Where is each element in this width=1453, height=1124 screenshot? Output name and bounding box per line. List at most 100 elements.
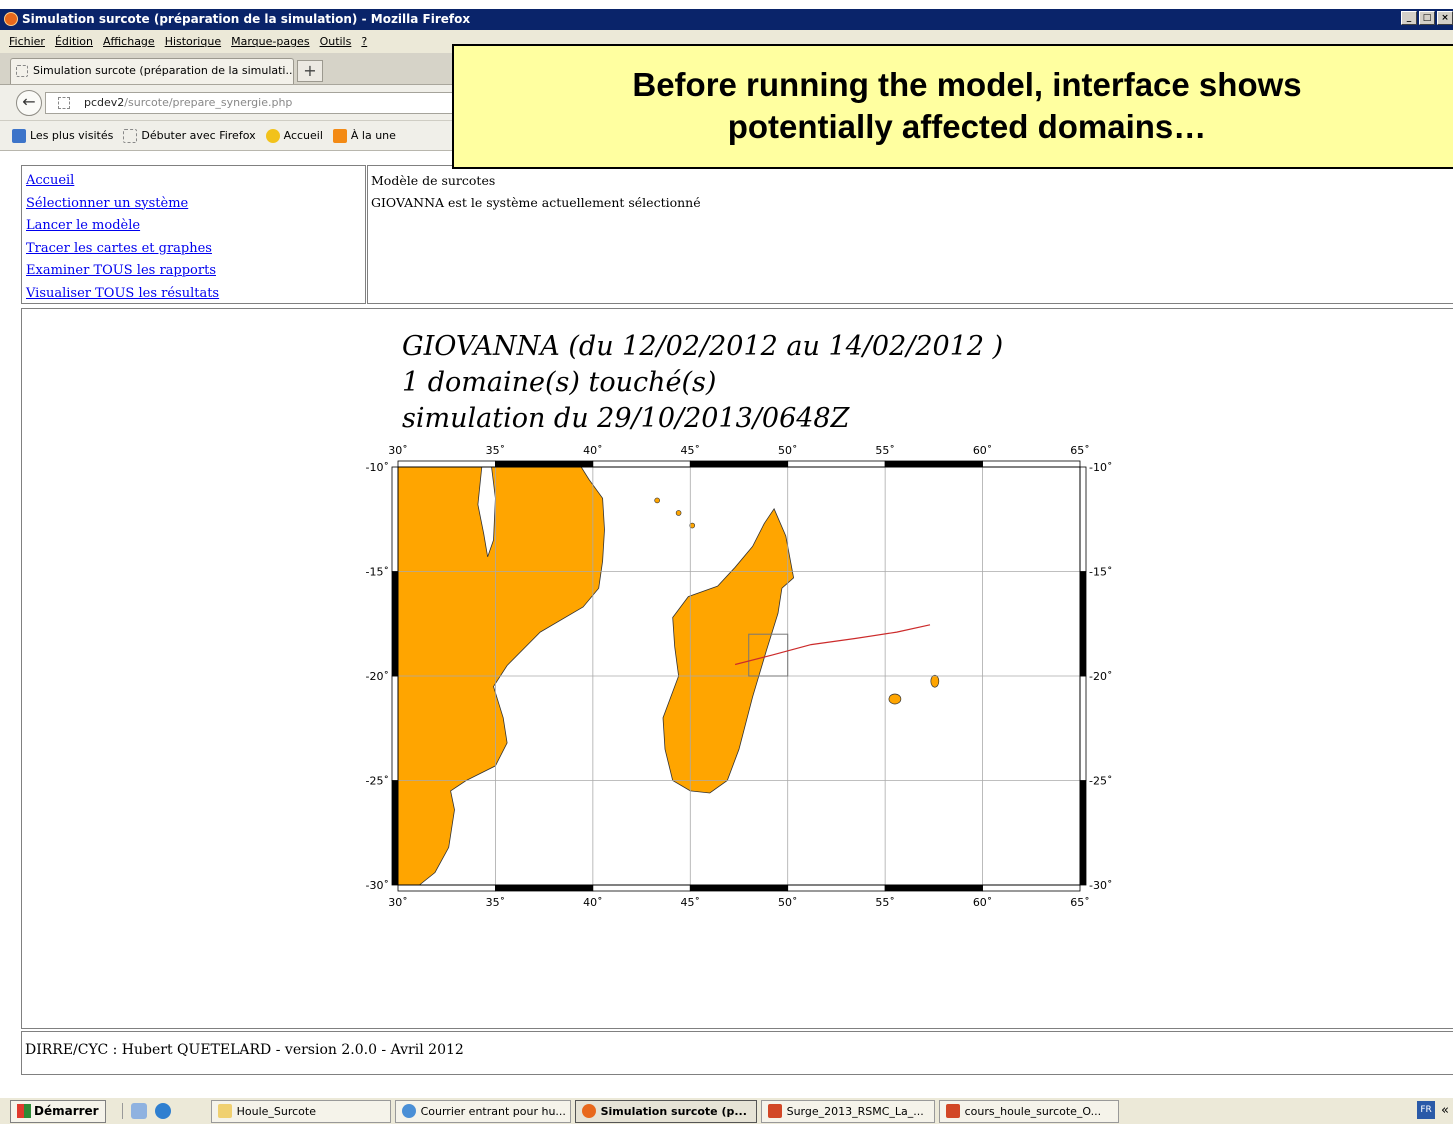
bookmark-label: Débuter avec Firefox — [141, 129, 256, 142]
folder-icon — [217, 1104, 232, 1118]
taskbar-button-courrier[interactable]: Courrier entrant pour hu... — [394, 1099, 571, 1123]
powerpoint-icon — [945, 1104, 960, 1118]
lon-label-top: 30˚ — [388, 444, 408, 457]
domain-map: 30˚ 30˚ 35˚ 35˚ 40˚ 40˚ 45˚ 45˚ 50˚ 50˚ 55˚ 55˚ 60˚ 6… — [366, 444, 1113, 909]
url-bar[interactable]: pcdev2/surcote/prepare_synergie.php — [45, 92, 465, 114]
menu-outils[interactable]: Outils — [320, 35, 352, 48]
map-frame-bar — [495, 460, 594, 468]
menu-marque-pages[interactable]: Marque-pages — [231, 35, 309, 48]
bookmark-label: À la une — [350, 129, 396, 142]
reunion-island — [888, 693, 902, 705]
taskbar-button-cours-houle[interactable]: cours_houle_surcote_O... — [938, 1099, 1119, 1123]
map-frame-bar — [787, 884, 886, 892]
url-path: /surcote/prepare_synergie.php — [124, 96, 293, 109]
lat-label-right: -20˚ — [1089, 670, 1112, 683]
window-title: Simulation surcote (préparation de la si… — [22, 12, 471, 26]
taskbar-label: Simulation surcote (p... — [600, 1104, 747, 1118]
lon-label-bottom: 45˚ — [681, 896, 701, 909]
lat-label-left: -10˚ — [366, 461, 389, 474]
mauritius-island — [930, 674, 940, 688]
firefox-icon — [4, 12, 18, 26]
menu-fichier[interactable]: Fichier — [9, 35, 45, 48]
lat-label-left: -15˚ — [366, 566, 389, 579]
back-button[interactable]: ← — [16, 90, 42, 116]
tab-simulation[interactable]: Simulation surcote (préparation de la si… — [10, 58, 294, 84]
menu-help[interactable]: ? — [361, 35, 367, 48]
taskbar-button-surge-rsmc[interactable]: Surge_2013_RSMC_La_... — [760, 1099, 935, 1123]
comoros-island — [675, 510, 682, 516]
bookmark-plus-visites[interactable]: Les plus visités — [12, 128, 114, 143]
close-button[interactable]: × — [1437, 11, 1453, 25]
map-frame-bar — [884, 460, 983, 468]
bookmark-label: Les plus visités — [30, 129, 114, 142]
nav-link-selectionner-systeme[interactable]: Sélectionner un système — [26, 193, 219, 216]
lon-label-top: 65˚ — [1070, 444, 1090, 457]
nav-link-lancer-modele[interactable]: Lancer le modèle — [26, 215, 219, 238]
map-frame-bar — [495, 884, 594, 892]
map-frame: GIOVANNA (du 12/02/2012 au 14/02/2012 ) … — [21, 308, 1453, 1029]
page-icon — [123, 128, 138, 143]
map-frame-bar — [1079, 780, 1087, 886]
taskbar-button-simulation[interactable]: Simulation surcote (p... — [574, 1099, 757, 1123]
menu-historique[interactable]: Historique — [165, 35, 221, 48]
taskbar-button-houle-surcote[interactable]: Houle_Surcote — [210, 1099, 391, 1123]
tray-expand-button[interactable]: « — [1441, 1103, 1453, 1118]
url-host: pcdev2 — [84, 96, 125, 109]
bookmark-debuter-firefox[interactable]: Débuter avec Firefox — [123, 128, 256, 143]
map-frame-bar — [592, 460, 691, 468]
map-frame-bar — [787, 460, 886, 468]
lat-label-right: -15˚ — [1089, 566, 1112, 579]
nav-link-visualiser-resultats[interactable]: Visualiser TOUS les résultats — [26, 283, 219, 306]
desktop-icon[interactable] — [130, 1103, 147, 1119]
model-title: Modèle de surcotes — [371, 173, 496, 188]
start-button[interactable]: Démarrer — [10, 1099, 106, 1123]
nav-link-accueil[interactable]: Accueil — [26, 170, 219, 193]
callout-line-1: Before running the model, interface show… — [632, 66, 1302, 103]
window-titlebar: Simulation surcote (préparation de la si… — [0, 9, 1453, 30]
lon-label-bottom: 60˚ — [973, 896, 993, 909]
star-icon — [265, 128, 280, 143]
internet-explorer-icon[interactable] — [154, 1103, 171, 1119]
tab-label: Simulation surcote (préparation de la si… — [33, 64, 294, 77]
minimize-button[interactable]: _ — [1401, 11, 1417, 25]
lat-label-right: -25˚ — [1089, 775, 1112, 788]
maximize-button[interactable]: □ — [1419, 11, 1435, 25]
menu-affichage[interactable]: Affichage — [103, 35, 155, 48]
windows-icon — [17, 1104, 31, 1118]
taskbar-label: cours_houle_surcote_O... — [964, 1104, 1102, 1118]
taskbar-label: Surge_2013_RSMC_La_... — [786, 1104, 924, 1118]
lon-label-top: 55˚ — [875, 444, 895, 457]
folder-icon — [12, 128, 26, 143]
system-tray: FR « — [1417, 1101, 1453, 1119]
nav-link-tracer-cartes[interactable]: Tracer les cartes et graphes — [26, 238, 219, 261]
taskbar: Démarrer Houle_Surcote Courrier entrant … — [0, 1097, 1453, 1124]
nav-link-examiner-rapports[interactable]: Examiner TOUS les rapports — [26, 260, 219, 283]
lat-label-left: -25˚ — [366, 775, 389, 788]
map-frame-bar — [689, 460, 789, 468]
map-frame-bar — [1079, 675, 1087, 781]
new-tab-button[interactable]: + — [297, 60, 323, 82]
lon-label-bottom: 35˚ — [486, 896, 506, 909]
map-frame-bar — [1079, 466, 1087, 572]
lon-label-top: 35˚ — [486, 444, 506, 457]
bookmark-a-la-une[interactable]: À la une — [332, 128, 396, 143]
lon-label-bottom: 50˚ — [778, 896, 798, 909]
selected-system-text: GIOVANNA est le système actuellement sél… — [371, 195, 701, 210]
map-frame-bar — [391, 571, 399, 677]
mail-icon — [401, 1104, 416, 1118]
taskbar-label: Houle_Surcote — [236, 1104, 316, 1118]
page-icon — [16, 65, 28, 77]
language-indicator[interactable]: FR — [1417, 1101, 1436, 1119]
menu-edition[interactable]: Édition — [55, 35, 93, 48]
map-frame-bar — [982, 460, 1081, 468]
map-frame-bar — [391, 675, 399, 781]
firefox-icon — [581, 1104, 596, 1118]
map-frame-bar — [397, 884, 496, 892]
powerpoint-icon — [767, 1104, 782, 1118]
bookmark-accueil[interactable]: Accueil — [265, 128, 323, 143]
map-frame-bar — [982, 884, 1081, 892]
page-icon — [58, 97, 70, 109]
annotation-callout: Before running the model, interface show… — [452, 44, 1453, 169]
callout-line-2: potentially affected domains… — [727, 108, 1207, 145]
bookmark-label: Accueil — [283, 129, 323, 142]
